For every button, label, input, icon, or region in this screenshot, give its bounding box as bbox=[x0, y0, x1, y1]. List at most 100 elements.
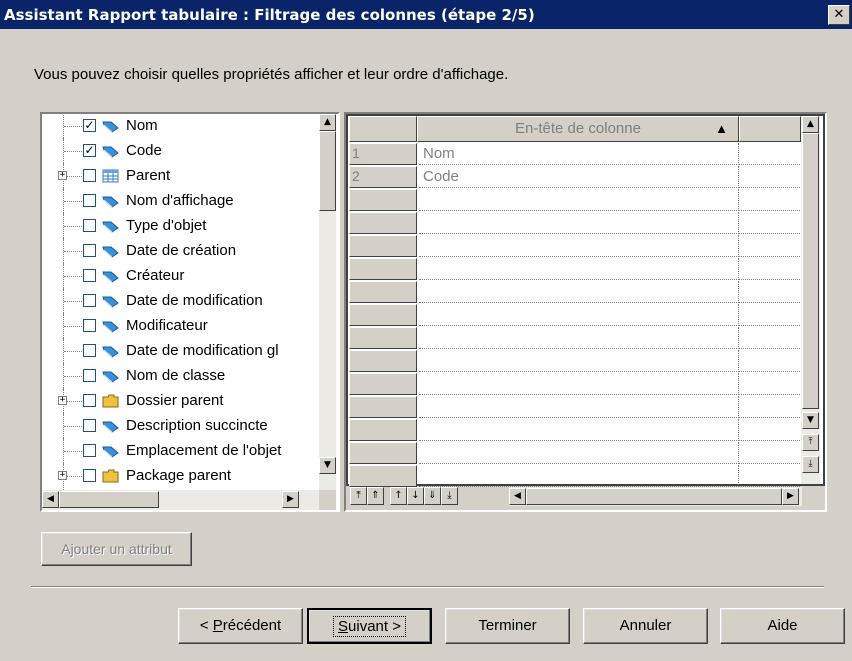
scroll-right-icon[interactable]: ▶ bbox=[782, 488, 799, 505]
close-button[interactable]: ✕ bbox=[828, 5, 850, 25]
sort-ascending-icon[interactable]: ▲ bbox=[715, 117, 728, 141]
tree-item[interactable]: + Parent bbox=[42, 163, 312, 190]
checkbox[interactable] bbox=[83, 344, 96, 357]
tree-item[interactable]: ✓ Code bbox=[42, 138, 312, 165]
scroll-right-icon[interactable]: ▶ bbox=[282, 491, 299, 508]
scroll-left-icon[interactable]: ◀ bbox=[42, 491, 59, 508]
expand-icon[interactable]: + bbox=[58, 171, 67, 180]
tree-vertical-scrollbar[interactable]: ▲ ▼ bbox=[319, 114, 336, 490]
grid-vertical-scrollbar[interactable]: ▲ ▼ ⤒ ⤓ bbox=[801, 116, 820, 484]
grid-horizontal-scrollbar[interactable]: ◀ ▶ bbox=[509, 487, 802, 506]
column-cell[interactable] bbox=[419, 396, 737, 418]
property-icon bbox=[102, 246, 119, 258]
row-header[interactable] bbox=[349, 189, 417, 211]
column-cell[interactable] bbox=[419, 281, 737, 303]
move-top-icon[interactable]: ⤒ bbox=[350, 487, 367, 505]
checkbox[interactable] bbox=[83, 244, 96, 257]
tree-item[interactable]: + Package parent bbox=[42, 463, 312, 490]
tree-horizontal-scrollbar[interactable]: ◀ ▶ bbox=[42, 490, 319, 510]
move-up-page-icon[interactable]: ⇑ bbox=[367, 487, 384, 505]
column-grid[interactable]: En-tête de colonne ▲ 1 Nom 2 Code ▲ ▼ ⤒ ⤓ ⤒… bbox=[344, 112, 827, 512]
row-header[interactable] bbox=[349, 465, 417, 487]
scroll-left-icon[interactable]: ◀ bbox=[509, 488, 526, 505]
row-header[interactable] bbox=[349, 212, 417, 234]
next-button[interactable]: Suivant > bbox=[307, 608, 432, 644]
row-header[interactable]: 1 bbox=[349, 143, 417, 165]
tree-item[interactable]: Emplacement de l'objet bbox=[42, 438, 312, 465]
checkbox[interactable] bbox=[83, 169, 96, 182]
checkbox[interactable] bbox=[83, 269, 96, 282]
scroll-thumb[interactable] bbox=[319, 131, 336, 211]
column-cell[interactable] bbox=[419, 442, 737, 464]
checkbox[interactable] bbox=[83, 444, 96, 457]
finish-button[interactable]: Terminer bbox=[445, 608, 570, 644]
move-up-icon[interactable]: ↑ bbox=[390, 487, 407, 505]
tree-item[interactable]: ✓ Nom bbox=[42, 114, 312, 140]
move-down-page-icon[interactable]: ⇓ bbox=[424, 487, 441, 505]
scroll-up-icon[interactable]: ▲ bbox=[802, 116, 819, 133]
column-cell[interactable] bbox=[419, 327, 737, 349]
row-header[interactable] bbox=[349, 373, 417, 395]
row-header[interactable] bbox=[349, 304, 417, 326]
extra-cell bbox=[738, 396, 800, 418]
column-cell[interactable] bbox=[419, 304, 737, 326]
column-cell[interactable]: Nom bbox=[419, 143, 737, 165]
column-header[interactable]: En-tête de colonne ▲ bbox=[417, 116, 739, 142]
column-cell[interactable] bbox=[419, 235, 737, 257]
row-header[interactable] bbox=[349, 350, 417, 372]
tree-item[interactable]: Modificateur bbox=[42, 313, 312, 340]
row-header[interactable] bbox=[349, 258, 417, 280]
cancel-button[interactable]: Annuler bbox=[583, 608, 708, 644]
tree-item[interactable]: Nom de classe bbox=[42, 363, 312, 390]
row-header[interactable] bbox=[349, 442, 417, 464]
checkbox[interactable] bbox=[83, 194, 96, 207]
column-cell[interactable] bbox=[419, 258, 737, 280]
column-cell[interactable] bbox=[419, 465, 737, 487]
column-cell[interactable] bbox=[419, 419, 737, 441]
scroll-thumb-horizontal[interactable] bbox=[59, 491, 159, 508]
row-header[interactable] bbox=[349, 235, 417, 257]
row-header[interactable] bbox=[349, 396, 417, 418]
move-down-icon[interactable]: ↓ bbox=[407, 487, 424, 505]
column-cell[interactable] bbox=[419, 350, 737, 372]
move-bottom-icon[interactable]: ⤓ bbox=[441, 487, 458, 505]
tree-item[interactable]: Date de modification bbox=[42, 288, 312, 315]
checkbox[interactable]: ✓ bbox=[83, 119, 96, 132]
tree-item[interactable]: Nom d'affichage bbox=[42, 188, 312, 215]
tree-item[interactable]: Date de modification gl bbox=[42, 338, 312, 365]
checkbox[interactable] bbox=[83, 294, 96, 307]
grid-scroll-thumb[interactable] bbox=[802, 133, 819, 409]
checkbox[interactable] bbox=[83, 419, 96, 432]
expand-icon[interactable]: + bbox=[58, 471, 67, 480]
row-header[interactable]: 2 bbox=[349, 166, 417, 188]
checkbox[interactable] bbox=[83, 219, 96, 232]
scroll-down-icon[interactable]: ▼ bbox=[802, 412, 819, 429]
checkbox[interactable] bbox=[83, 394, 96, 407]
scroll-down-icon[interactable]: ▼ bbox=[319, 457, 336, 474]
row-header[interactable] bbox=[349, 281, 417, 303]
previous-button[interactable]: < Précédent bbox=[178, 608, 303, 644]
scroll-up-icon[interactable]: ▲ bbox=[319, 114, 336, 131]
tree-item[interactable]: Description succincte bbox=[42, 413, 312, 440]
scroll-bottom-icon[interactable]: ⤓ bbox=[802, 456, 819, 473]
scroll-top-icon[interactable]: ⤒ bbox=[802, 434, 819, 451]
help-button[interactable]: Aide bbox=[720, 608, 845, 644]
property-tree[interactable]: ✓ Nom ✓ Code + Parent Nom d'affichage Type d'ob… bbox=[40, 112, 340, 512]
column-cell[interactable] bbox=[419, 373, 737, 395]
column-cell[interactable] bbox=[419, 212, 737, 234]
checkbox[interactable] bbox=[83, 319, 96, 332]
row-header[interactable] bbox=[349, 419, 417, 441]
grid-scroll-thumb-horizontal[interactable] bbox=[526, 488, 782, 505]
expand-icon[interactable]: + bbox=[58, 396, 67, 405]
tree-item[interactable]: Date de création bbox=[42, 238, 312, 265]
checkbox[interactable]: ✓ bbox=[83, 144, 96, 157]
column-cell[interactable]: Code bbox=[419, 166, 737, 188]
tree-item[interactable]: + Dossier parent bbox=[42, 388, 312, 415]
tree-item[interactable]: Créateur bbox=[42, 263, 312, 290]
tree-item[interactable]: Type d'objet bbox=[42, 213, 312, 240]
checkbox[interactable] bbox=[83, 369, 96, 382]
checkbox[interactable] bbox=[83, 469, 96, 482]
add-attribute-button[interactable]: Ajouter un attribut bbox=[41, 532, 192, 566]
column-cell[interactable] bbox=[419, 189, 737, 211]
row-header[interactable] bbox=[349, 327, 417, 349]
